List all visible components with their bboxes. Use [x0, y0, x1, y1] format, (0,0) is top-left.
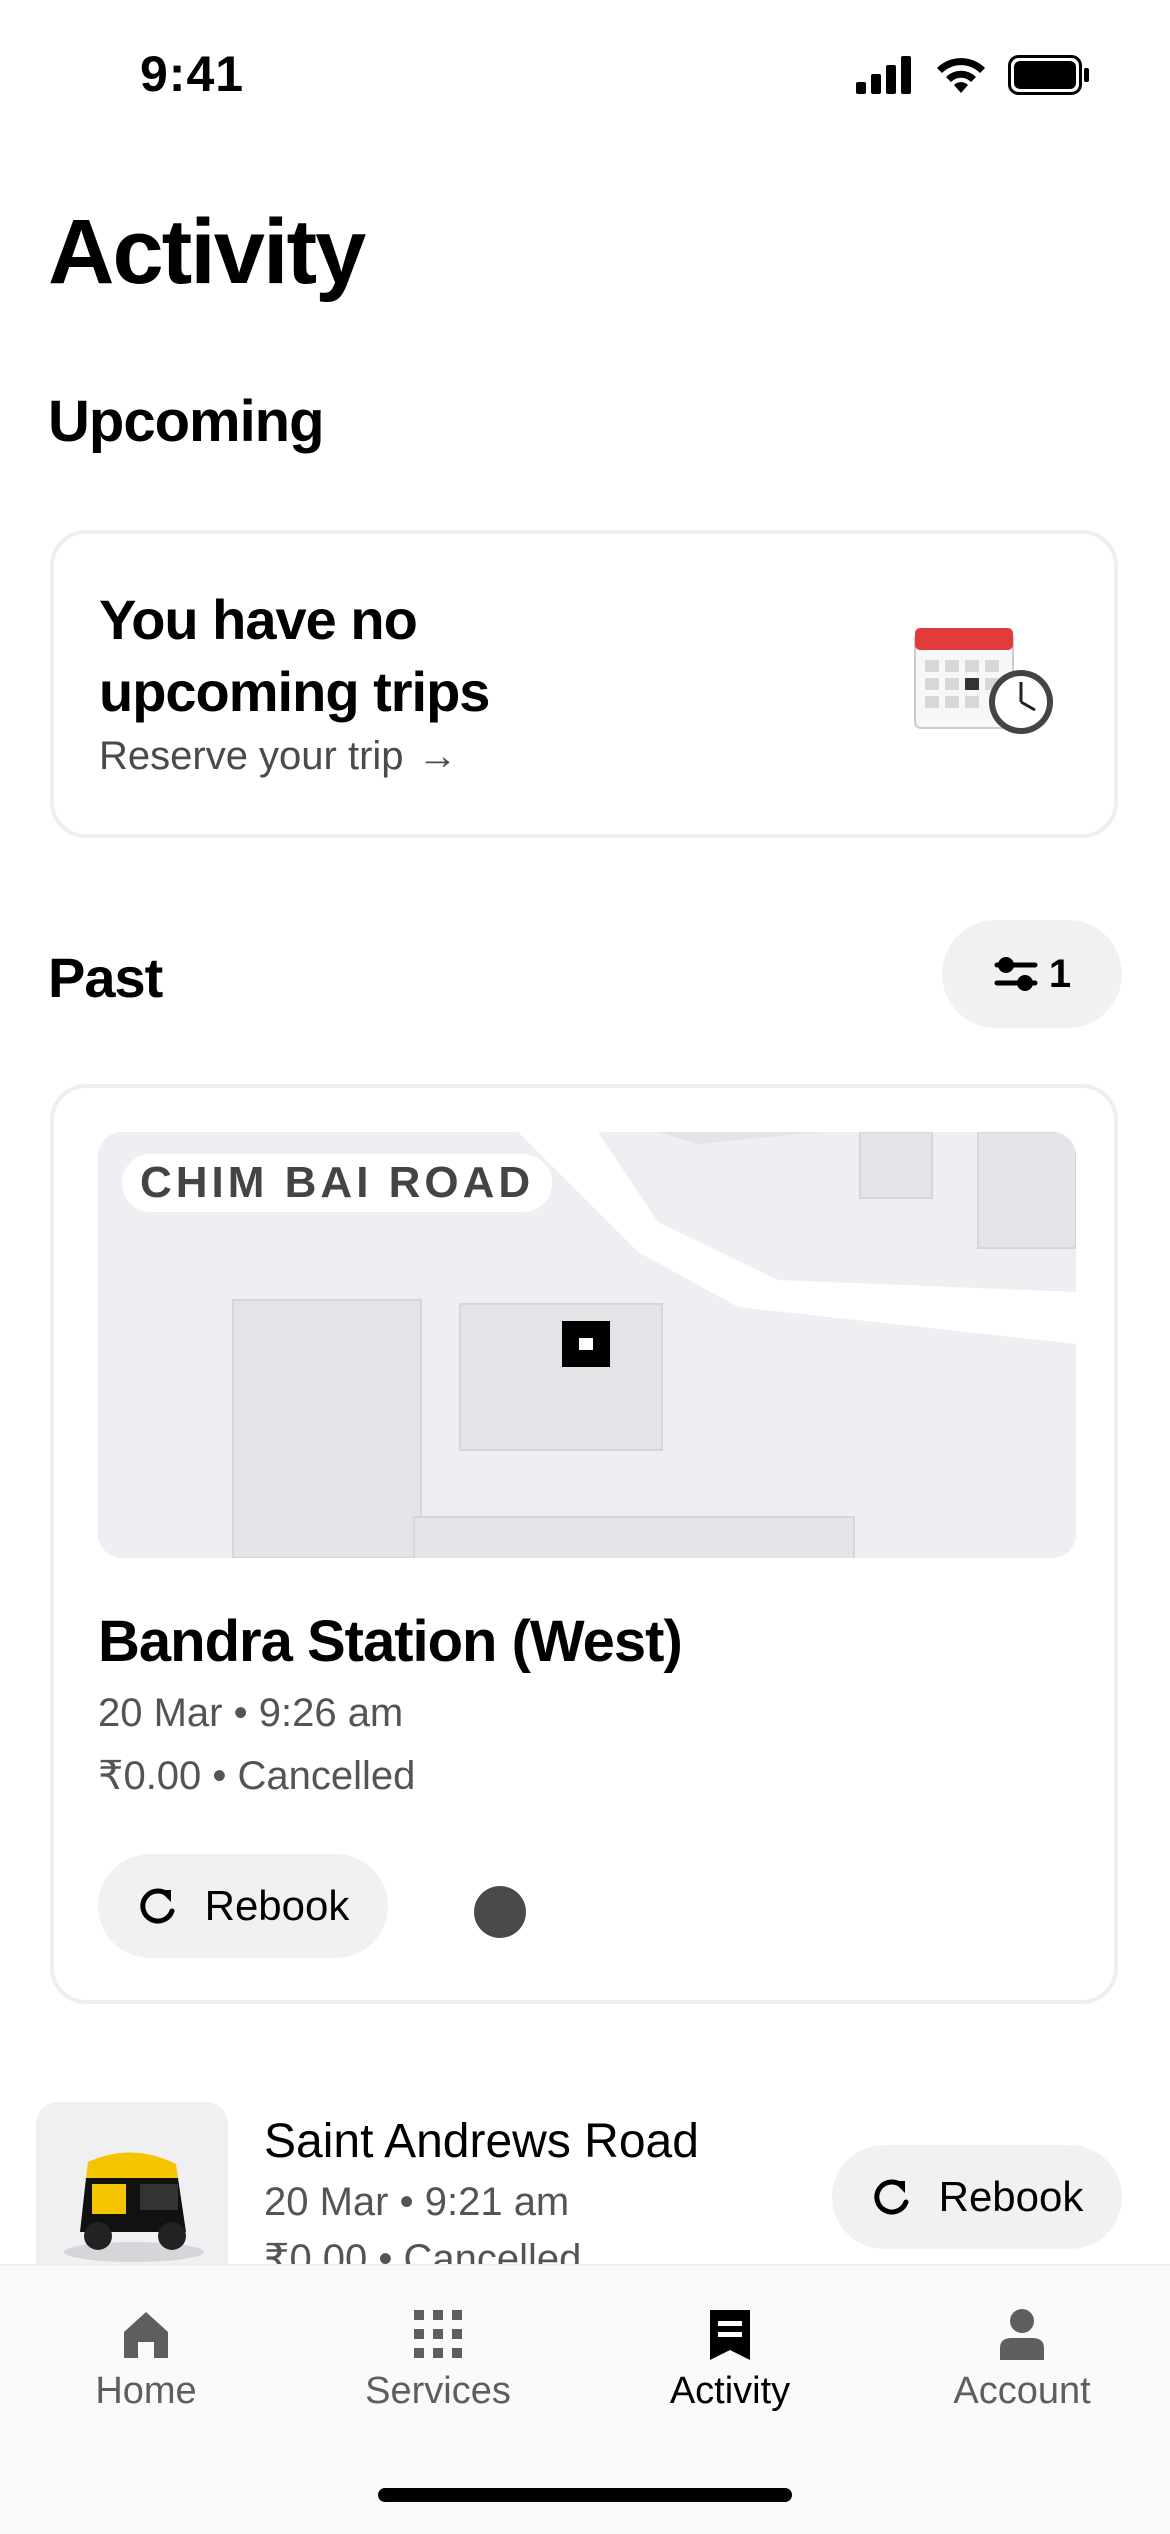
rebook-label: Rebook [204, 1882, 350, 1929]
trip-destination: Bandra Station (West) [98, 1609, 683, 1674]
tab-home[interactable]: Home [0, 2306, 292, 2413]
list-item-rebook-button[interactable]: Rebook [832, 2145, 1122, 2249]
past-trip-card[interactable]: CHIM BAI ROAD Bandra Station (West) 20 M… [50, 1084, 1118, 2004]
filter-button[interactable]: 1 [942, 920, 1122, 1028]
upcoming-card[interactable]: You have no upcoming trips Reserve your … [50, 530, 1118, 838]
list-item-destination: Saint Andrews Road [264, 2115, 699, 2168]
map-street-label: CHIM BAI ROAD [122, 1154, 553, 1212]
person-icon [1000, 2309, 1044, 2360]
reserve-trip-link[interactable]: Reserve your trip → [99, 734, 458, 779]
status-time: 9:41 [140, 46, 245, 102]
filter-count: 1 [1048, 951, 1072, 996]
trip-fare-status: ₹0.00 • Cancelled [98, 1754, 416, 1798]
signal-icon [856, 56, 911, 94]
list-item[interactable]: Saint Andrews Road 20 Mar • 9:21 am ₹0.0… [0, 2080, 1170, 2294]
upcoming-empty-title: You have no upcoming trips [99, 588, 490, 723]
loading-dot [474, 1886, 526, 1938]
page-title: Activity [48, 201, 366, 303]
rebook-icon [139, 1888, 175, 1924]
filter-sliders-icon [994, 957, 1038, 991]
receipt-icon [710, 2310, 750, 2360]
tab-account-label: Account [953, 2370, 1091, 2412]
tab-home-label: Home [95, 2370, 197, 2412]
status-icons [856, 55, 1090, 95]
trip-map: CHIM BAI ROAD [98, 1132, 1076, 1558]
upcoming-heading: Upcoming [48, 389, 325, 454]
list-item-rebook-label: Rebook [938, 2173, 1084, 2220]
past-heading: Past [48, 946, 163, 1009]
list-item-date-time: 20 Mar • 9:21 am [264, 2180, 570, 2224]
calendar-clock-icon [914, 628, 1053, 734]
tab-account[interactable]: Account [876, 2306, 1168, 2413]
grid-icon [414, 2310, 462, 2358]
rebook-button[interactable]: Rebook [98, 1854, 388, 1958]
home-indicator [378, 2488, 792, 2502]
reserve-trip-label: Reserve your trip [99, 734, 404, 778]
rebook-icon [873, 2179, 909, 2215]
tab-activity[interactable]: Activity [584, 2306, 876, 2413]
battery-icon [1008, 55, 1089, 95]
tab-services[interactable]: Services [292, 2306, 584, 2413]
wifi-icon [937, 58, 985, 93]
arrow-right-icon: → [417, 734, 458, 778]
tab-services-label: Services [365, 2370, 511, 2412]
home-icon [124, 2312, 168, 2358]
trip-date-time: 20 Mar • 9:26 am [98, 1691, 404, 1735]
tab-activity-label: Activity [669, 2370, 791, 2412]
